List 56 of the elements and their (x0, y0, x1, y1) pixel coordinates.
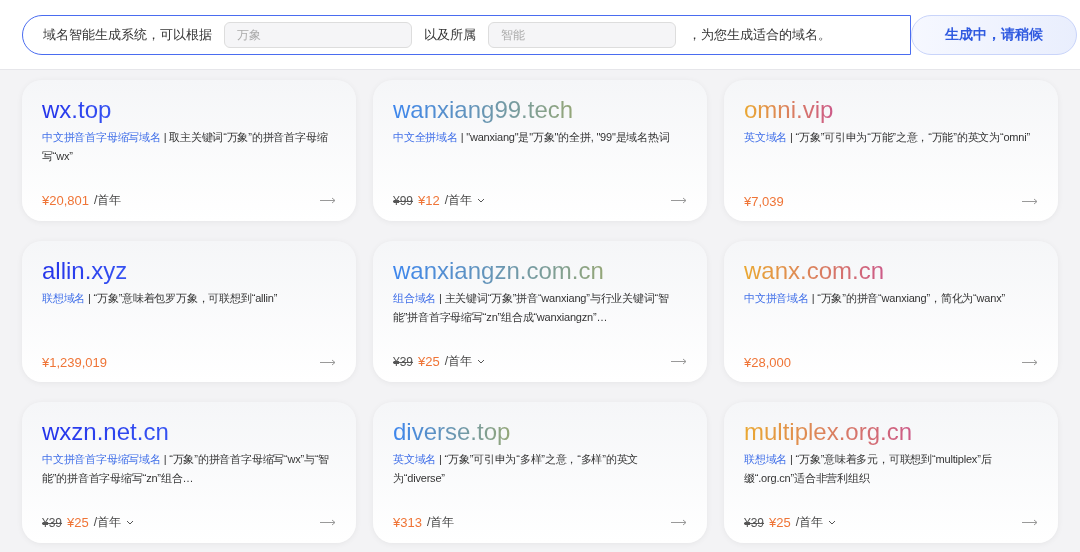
domain-card[interactable]: wanx.com.cn 中文拼音域名 | “万象”的拼音“wanxiang”，简化为“wanx” ¥28,000 (724, 241, 1058, 382)
domain-description: 中文全拼域名 | "wanxiang"是"万象"的全拼, "99"是域名热词 (393, 130, 671, 145)
price-period: /首年 (444, 353, 473, 370)
prompt-text: 以及所属 (424, 25, 476, 44)
price-period: /首年 (795, 514, 824, 531)
original-price: ¥39 (393, 354, 414, 369)
price: ¥20,801 (42, 193, 89, 208)
arrow-right-icon[interactable] (320, 197, 336, 204)
price: ¥25 (769, 515, 791, 530)
arrow-right-icon[interactable] (1022, 359, 1038, 366)
domain-card[interactable]: wanxiangzn.com.cn 组合域名 | 主关键词“万象”拼音“wanxiang”与行业关键词“智能”拼音首字母缩写“zn”组合成“wanxiangzn”… ¥39 ¥25 /首年 (373, 241, 707, 382)
domain-card[interactable]: wxzn.net.cn 中文拼音首字母缩写域名 | “万象”的拼音首字母缩写“wx”与“智能”的拼音首字母缩写“zn”组合… ¥39 ¥25 /首年 (22, 402, 356, 543)
price-period: /首年 (444, 192, 473, 209)
original-price: ¥99 (393, 193, 414, 208)
arrow-right-icon[interactable] (671, 197, 687, 204)
chevron-down-icon[interactable] (477, 198, 486, 203)
domain-description: 中文拼音首字母缩写域名 | 取主关键词“万象”的拼音首字母缩写“wx” (42, 130, 329, 164)
domain-description: 中文拼音首字母缩写域名 | “万象”的拼音首字母缩写“wx”与“智能”的拼音首字母缩写“zn”组合… (42, 452, 331, 486)
arrow-right-icon[interactable] (320, 359, 336, 366)
price: ¥12 (418, 193, 440, 208)
domain-card[interactable]: allin.xyz 联想域名 | “万象”意味着包罗万象，可联想到“allin” ¥1,239,019 (22, 241, 356, 382)
domain-description: 联想域名 | “万象”意味着多元，可联想到“multiplex”后缀“.org.cn”适合非营利组织 (744, 452, 993, 486)
price-period: /首年 (94, 192, 122, 209)
original-price: ¥39 (744, 515, 765, 530)
arrow-right-icon[interactable] (1022, 198, 1038, 205)
domain-card[interactable]: omni.vip 英文域名 | “万象”可引申为“万能”之意，“万能”的英文为“omni” ¥7,039 (724, 80, 1058, 221)
domain-description: 联想域名 | “万象”意味着包罗万象，可联想到“allin” (42, 291, 279, 306)
price: ¥1,239,019 (42, 355, 108, 370)
chevron-down-icon[interactable] (126, 520, 135, 525)
prompt-text: ，为您生成适合的域名。 (688, 25, 831, 44)
domain-card[interactable]: multiplex.org.cn 联想域名 | “万象”意味着多元，可联想到“multiplex”后缀“.org.cn”适合非营利组织 ¥39 ¥25 /首年 (724, 402, 1058, 543)
price: ¥28,000 (744, 355, 791, 370)
domain-description: 英文域名 | “万象”可引申为“万能”之意，“万能”的英文为“omni” (744, 130, 1031, 145)
price: ¥25 (67, 515, 89, 530)
keyword-field[interactable]: 万象 (224, 21, 412, 48)
prompt-text: 域名智能生成系统，可以根据 (43, 25, 212, 44)
domain-card[interactable]: wanxiang99.tech 中文全拼域名 | "wanxiang"是"万象"的全拼, "99"是域名热词 ¥99 ¥12 /首年 (373, 80, 707, 221)
arrow-right-icon[interactable] (320, 519, 336, 526)
price-period: /首年 (426, 514, 455, 531)
domain-card[interactable]: diverse.top 英文域名 | “万象”可引申为“多样”之意，“多样”的英文为“diverse” ¥313 /首年 (373, 402, 707, 543)
generate-button[interactable]: 生成中，请稍候 (911, 14, 1077, 55)
price-period: /首年 (93, 514, 122, 531)
original-price: ¥39 (42, 515, 63, 530)
arrow-right-icon[interactable] (671, 358, 687, 365)
arrow-right-icon[interactable] (1022, 519, 1038, 526)
chevron-down-icon[interactable] (477, 359, 486, 364)
industry-field[interactable]: 智能 (488, 21, 676, 48)
domain-card[interactable]: wx.top 中文拼音首字母缩写域名 | 取主关键词“万象”的拼音首字母缩写“wx” ¥20,801 /首年 (22, 80, 356, 221)
price: ¥313 (393, 515, 422, 530)
domain-description: 组合域名 | 主关键词“万象”拼音“wanxiang”与行业关键词“智能”拼音首字母缩写“zn”组合成“wanxiangzn”… (393, 291, 670, 325)
domain-description: 中文拼音域名 | “万象”的拼音“wanxiang”，简化为“wanx” (744, 291, 1006, 306)
arrow-right-icon[interactable] (671, 519, 687, 526)
price: ¥25 (418, 354, 440, 369)
price: ¥7,039 (744, 194, 784, 209)
domain-description: 英文域名 | “万象”可引申为“多样”之意，“多样”的英文为“diverse” (393, 452, 640, 486)
chevron-down-icon[interactable] (828, 520, 837, 525)
